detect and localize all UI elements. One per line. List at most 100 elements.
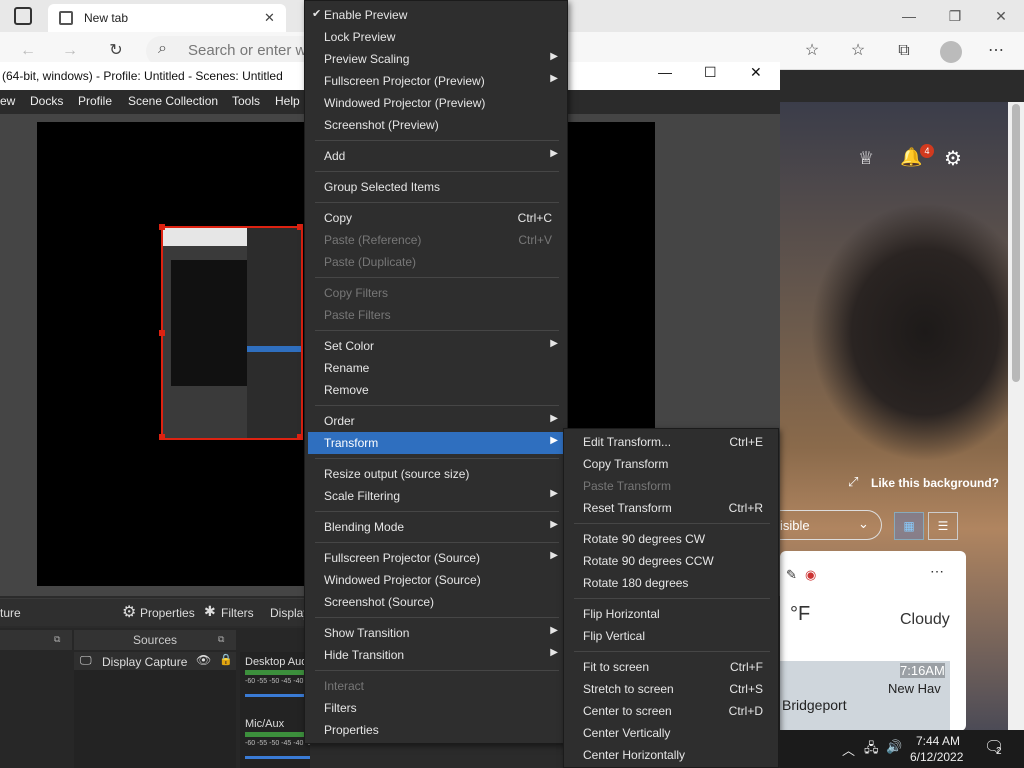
- menu-item-label: Rename: [324, 361, 370, 375]
- clock-date[interactable]: 6/12/2022: [910, 750, 963, 764]
- rewards-icon[interactable]: ♕: [858, 148, 874, 169]
- menu-item-properties[interactable]: Properties: [308, 719, 566, 741]
- menu-item-edit-transform[interactable]: Edit Transform... Ctrl+E: [567, 431, 777, 453]
- resize-handle[interactable]: [159, 330, 165, 336]
- resize-handle[interactable]: [297, 224, 303, 230]
- menu-item-show-transition[interactable]: Show Transition ▶: [308, 622, 566, 644]
- menu-separator: [574, 598, 770, 599]
- resize-handle[interactable]: [159, 434, 165, 440]
- menu-profile[interactable]: Profile: [78, 94, 112, 108]
- source-list-item[interactable]: 🖵 Display Capture 👁 🔒: [74, 652, 236, 670]
- like-background-link[interactable]: Like this background?: [871, 476, 999, 490]
- obs-window-title: (64-bit, windows) - Profile: Untitled - …: [2, 69, 283, 83]
- add-favorite-icon[interactable]: ☆: [796, 35, 828, 67]
- menu-item-hide-transition[interactable]: Hide Transition ▶: [308, 644, 566, 666]
- browser-tab[interactable]: New tab ✕: [48, 4, 286, 32]
- menu-item-set-color[interactable]: Set Color ▶: [308, 335, 566, 357]
- menu-item-fullscreen-projector-source[interactable]: Fullscreen Projector (Source) ▶: [308, 547, 566, 569]
- menu-item-center-to-screen[interactable]: Center to screen Ctrl+D: [567, 700, 777, 722]
- volume-icon[interactable]: 🔊: [886, 739, 902, 755]
- obs-maximize-button[interactable]: ☐: [704, 64, 717, 81]
- weather-map[interactable]: 7:16AM New Hav Bridgeport: [780, 661, 950, 731]
- menu-item-center-vertically[interactable]: Center Vertically: [567, 722, 777, 744]
- mic-aux-slider[interactable]: [245, 756, 310, 759]
- selected-source[interactable]: [159, 224, 303, 440]
- menu-item-center-horizontally[interactable]: Center Horizontally: [567, 744, 777, 766]
- menu-item-group-selected-items[interactable]: Group Selected Items: [308, 176, 566, 198]
- menu-item-rename[interactable]: Rename: [308, 357, 566, 379]
- menu-item-transform[interactable]: Transform ▶: [308, 432, 566, 454]
- menu-item-windowed-projector-source[interactable]: Windowed Projector (Source): [308, 569, 566, 591]
- properties-button[interactable]: Properties: [140, 606, 195, 620]
- menu-item-flip-horizontal[interactable]: Flip Horizontal: [567, 603, 777, 625]
- menu-item-stretch-to-screen[interactable]: Stretch to screen Ctrl+S: [567, 678, 777, 700]
- list-view-icon[interactable]: ☰: [928, 512, 958, 540]
- edit-icon[interactable]: ✎: [786, 567, 797, 583]
- dock-undock-icon[interactable]: ⧉: [54, 634, 60, 645]
- menu-item-rotate-90-degrees-ccw[interactable]: Rotate 90 degrees CCW: [567, 550, 777, 572]
- source-name: Display Capture: [102, 655, 188, 669]
- menu-item-resize-output-source-size[interactable]: Resize output (source size): [308, 463, 566, 485]
- dock-undock-icon[interactable]: ⧉: [218, 634, 224, 645]
- clock-time[interactable]: 7:44 AM: [916, 734, 960, 748]
- weather-more-icon[interactable]: ⋯: [930, 563, 944, 580]
- browser-restore-button[interactable]: ❐: [932, 0, 978, 32]
- visibility-icon[interactable]: 👁: [196, 653, 211, 667]
- browser-minimize-button[interactable]: —: [886, 0, 932, 32]
- menu-item-screenshot-preview[interactable]: Screenshot (Preview): [308, 114, 566, 136]
- tab-close-icon[interactable]: ✕: [264, 10, 275, 26]
- obs-minimize-button[interactable]: —: [658, 64, 672, 80]
- menu-item-enable-preview[interactable]: ✔ Enable Preview: [308, 4, 566, 26]
- menu-item-lock-preview[interactable]: Lock Preview: [308, 26, 566, 48]
- menu-item-copy[interactable]: Copy Ctrl+C: [308, 207, 566, 229]
- page-scrollbar[interactable]: [1008, 102, 1024, 730]
- menu-item-blending-mode[interactable]: Blending Mode ▶: [308, 516, 566, 538]
- collections-icon[interactable]: ⧉: [888, 35, 920, 67]
- menu-item-fullscreen-projector-preview[interactable]: Fullscreen Projector (Preview) ▶: [308, 70, 566, 92]
- network-icon[interactable]: 🖧: [864, 739, 879, 761]
- settings-icon[interactable]: ⚙: [944, 146, 962, 171]
- menu-item-filters[interactable]: Filters: [308, 697, 566, 719]
- menu-scene-collection[interactable]: Scene Collection: [128, 94, 218, 108]
- menu-item-copy-transform[interactable]: Copy Transform: [567, 453, 777, 475]
- menu-view[interactable]: ew: [0, 94, 15, 108]
- taskbar: ︿ 🖧 🔊 7:44 AM 6/12/2022 🗨 2: [780, 730, 1024, 768]
- grid-view-icon[interactable]: ▦: [894, 512, 924, 540]
- location-icon[interactable]: ◉: [805, 567, 816, 583]
- filters-button[interactable]: Filters: [221, 606, 254, 620]
- chevron-up-icon[interactable]: ︿: [842, 740, 855, 759]
- weather-card[interactable]: ✎ ◉ ⋯ °F Cloudy 7:16AM New Hav Bridgepor…: [780, 551, 966, 731]
- scrollbar-thumb[interactable]: [1012, 104, 1020, 382]
- submenu-arrow-icon: ▶: [550, 647, 558, 658]
- menu-item-label: Blending Mode: [324, 520, 405, 534]
- tab-actions-icon[interactable]: [14, 7, 32, 25]
- menu-docks[interactable]: Docks: [30, 94, 63, 108]
- menu-item-scale-filtering[interactable]: Scale Filtering ▶: [308, 485, 566, 507]
- menu-item-windowed-projector-preview[interactable]: Windowed Projector (Preview): [308, 92, 566, 114]
- menu-item-rotate-90-degrees-cw[interactable]: Rotate 90 degrees CW: [567, 528, 777, 550]
- expand-icon[interactable]: ⤢: [848, 474, 858, 490]
- menu-item-order[interactable]: Order ▶: [308, 410, 566, 432]
- profile-avatar[interactable]: [940, 41, 962, 63]
- browser-close-button[interactable]: ✕: [978, 0, 1024, 32]
- favorites-icon[interactable]: ☆: [842, 35, 874, 67]
- more-icon[interactable]: ⋯: [980, 35, 1012, 67]
- menu-item-screenshot-source[interactable]: Screenshot (Source): [308, 591, 566, 613]
- menu-item-remove[interactable]: Remove: [308, 379, 566, 401]
- lock-icon[interactable]: 🔒: [219, 653, 233, 666]
- resize-handle[interactable]: [297, 434, 303, 440]
- desktop-audio-slider[interactable]: [245, 694, 310, 697]
- menu-help[interactable]: Help: [275, 94, 300, 108]
- resize-handle[interactable]: [159, 224, 165, 230]
- menu-item-rotate-180-degrees[interactable]: Rotate 180 degrees: [567, 572, 777, 594]
- menu-item-flip-vertical[interactable]: Flip Vertical: [567, 625, 777, 647]
- menu-item-preview-scaling[interactable]: Preview Scaling ▶: [308, 48, 566, 70]
- menu-item-add[interactable]: Add ▶: [308, 145, 566, 167]
- thumb-preview: [171, 260, 247, 386]
- obs-close-button[interactable]: ✕: [750, 64, 762, 81]
- menu-item-fit-to-screen[interactable]: Fit to screen Ctrl+F: [567, 656, 777, 678]
- menu-item-reset-transform[interactable]: Reset Transform Ctrl+R: [567, 497, 777, 519]
- mixer-scale: -60 -55 -50 -45 -40 -35 -30 -25 -20 -15 …: [245, 678, 310, 685]
- visibility-dropdown[interactable]: isible ⌄: [780, 510, 882, 540]
- menu-tools[interactable]: Tools: [232, 94, 260, 108]
